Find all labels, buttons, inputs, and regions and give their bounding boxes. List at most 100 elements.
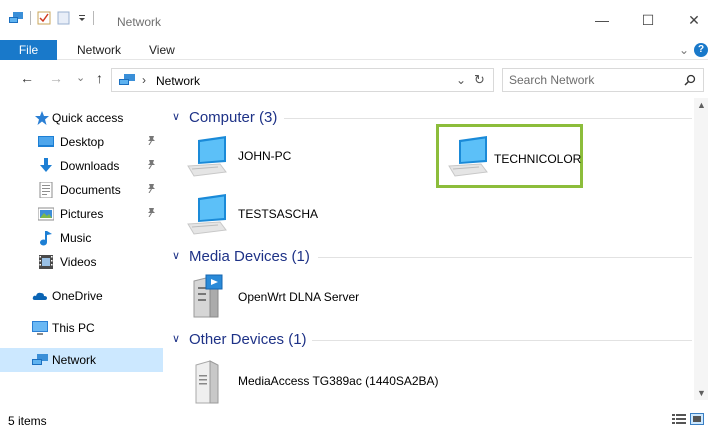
navigation-pane: Quick access Desktop Downloads Documents — [0, 98, 163, 400]
network-item-testsascha[interactable]: TESTSASCHA — [186, 192, 326, 238]
recent-locations-button[interactable]: ⌄ — [76, 71, 85, 84]
sidebar-item-quick-access[interactable]: Quick access — [0, 106, 163, 130]
sidebar-item-downloads[interactable]: Downloads — [0, 154, 163, 178]
pin-icon[interactable] — [147, 135, 156, 148]
sidebar-item-label: Quick access — [52, 111, 124, 125]
group-divider — [284, 118, 692, 119]
pin-icon[interactable] — [147, 207, 156, 220]
downloads-folder-icon — [40, 158, 52, 172]
group-header-media-devices[interactable]: ∨ Media Devices (1) — [172, 246, 692, 268]
content-pane: ∨ Computer (3) JOHN-PC TECHNICOLOR TESTS… — [172, 98, 694, 404]
network-item-mediaaccess[interactable]: MediaAccess TG389ac (1440SA2BA) — [186, 357, 456, 404]
group-title: Media Devices (1) — [189, 248, 310, 265]
computer-icon — [187, 136, 227, 177]
breadcrumb-separator[interactable]: › — [142, 73, 146, 87]
item-count: 5 items — [8, 414, 47, 428]
sidebar-item-videos[interactable]: Videos — [0, 250, 163, 274]
onedrive-cloud-icon — [32, 292, 47, 300]
forward-button[interactable]: → — [49, 70, 63, 86]
group-title: Other Devices (1) — [189, 331, 307, 348]
sidebar-item-this-pc[interactable]: This PC — [0, 316, 163, 340]
sidebar-item-music[interactable]: Music — [0, 226, 163, 250]
search-box[interactable] — [502, 68, 704, 92]
sidebar-item-label: Desktop — [60, 135, 105, 149]
minimize-button[interactable]: — — [590, 8, 614, 32]
computer-icon — [187, 194, 227, 235]
tab-network[interactable]: Network — [77, 40, 121, 60]
this-pc-icon — [32, 321, 48, 335]
customize-toolbar-icon[interactable] — [77, 11, 87, 25]
vertical-scrollbar[interactable]: ▲ ▼ — [694, 98, 708, 400]
navigation-bar: ← → ⌄ ↑ › Network ⌄ ↻ — [0, 64, 708, 94]
new-folder-icon[interactable] — [57, 11, 71, 25]
item-label: MediaAccess TG389ac (1440SA2BA) — [238, 374, 439, 388]
breadcrumb-network[interactable]: Network — [156, 74, 200, 88]
group-header-computer[interactable]: ∨ Computer (3) — [172, 107, 692, 129]
collapse-chevron-icon[interactable]: ∨ — [172, 249, 180, 262]
close-button[interactable]: ✕ — [682, 8, 706, 32]
back-button[interactable]: ← — [20, 70, 34, 86]
search-input[interactable] — [509, 72, 679, 88]
scroll-up-icon[interactable]: ▲ — [697, 100, 706, 110]
item-label: JOHN-PC — [238, 149, 292, 163]
ribbon-tabs: File Network View ⌄ ? — [0, 40, 708, 60]
tab-file[interactable]: File — [0, 40, 57, 60]
tab-view[interactable]: View — [149, 40, 175, 60]
star-icon — [35, 111, 49, 125]
network-item-technicolor[interactable]: TECHNICOLOR — [436, 124, 583, 188]
media-server-icon — [193, 274, 223, 318]
pin-icon — [148, 160, 155, 170]
sidebar-item-pictures[interactable]: Pictures — [0, 202, 163, 226]
status-bar: 5 items — [0, 408, 708, 430]
toolbar-separator — [30, 11, 31, 25]
address-bar[interactable]: › Network ⌄ ↻ — [111, 68, 494, 92]
music-folder-icon — [40, 231, 52, 246]
quick-access-toolbar — [8, 11, 94, 25]
pin-icon — [148, 184, 155, 194]
up-button[interactable]: ↑ — [96, 70, 103, 86]
scroll-down-icon[interactable]: ▼ — [697, 388, 706, 398]
search-icon[interactable] — [684, 74, 696, 86]
details-view-icon[interactable] — [672, 413, 686, 425]
videos-folder-icon — [39, 255, 53, 269]
network-item-openwrt-dlna[interactable]: OpenWrt DLNA Server — [186, 273, 386, 319]
sidebar-item-label: Pictures — [60, 207, 104, 221]
expand-ribbon-icon[interactable]: ⌄ — [679, 40, 689, 60]
sidebar-item-network[interactable]: Network — [0, 348, 163, 372]
sidebar-item-label: This PC — [52, 321, 95, 335]
sidebar-item-onedrive[interactable]: OneDrive — [0, 284, 163, 308]
network-icon — [32, 354, 48, 365]
router-device-icon — [195, 360, 219, 404]
pin-icon[interactable] — [147, 183, 156, 196]
help-icon[interactable]: ? — [694, 43, 708, 57]
pictures-folder-icon — [38, 207, 54, 221]
computer-icon — [448, 136, 488, 177]
properties-icon[interactable] — [37, 11, 51, 25]
group-divider — [318, 257, 692, 258]
group-divider — [312, 340, 692, 341]
refresh-button[interactable]: ↻ — [474, 72, 485, 88]
item-label: TESTSASCHA — [238, 207, 319, 221]
network-item-john-pc[interactable]: JOHN-PC — [186, 134, 306, 180]
sidebar-item-label: Documents — [60, 183, 121, 197]
sidebar-item-documents[interactable]: Documents — [0, 178, 163, 202]
group-header-other-devices[interactable]: ∨ Other Devices (1) — [172, 329, 692, 351]
sidebar-item-label: OneDrive — [52, 289, 103, 303]
large-icons-view-icon[interactable] — [690, 413, 704, 425]
sidebar-item-label: Downloads — [60, 159, 120, 173]
sidebar-item-desktop[interactable]: Desktop — [0, 130, 163, 154]
item-label: TECHNICOLOR — [494, 152, 582, 166]
sidebar-item-label: Videos — [60, 255, 97, 269]
desktop-folder-icon — [38, 136, 54, 147]
pin-icon[interactable] — [147, 159, 156, 172]
collapse-chevron-icon[interactable]: ∨ — [172, 110, 180, 123]
collapse-chevron-icon[interactable]: ∨ — [172, 332, 180, 345]
maximize-button[interactable]: ☐ — [636, 8, 660, 32]
pin-icon — [148, 136, 155, 146]
address-dropdown-icon[interactable]: ⌄ — [456, 73, 466, 87]
sidebar-item-label: Music — [60, 231, 92, 245]
network-icon — [119, 74, 135, 85]
item-label: OpenWrt DLNA Server — [238, 290, 360, 304]
group-title: Computer (3) — [189, 109, 278, 126]
toolbar-separator — [93, 11, 94, 25]
